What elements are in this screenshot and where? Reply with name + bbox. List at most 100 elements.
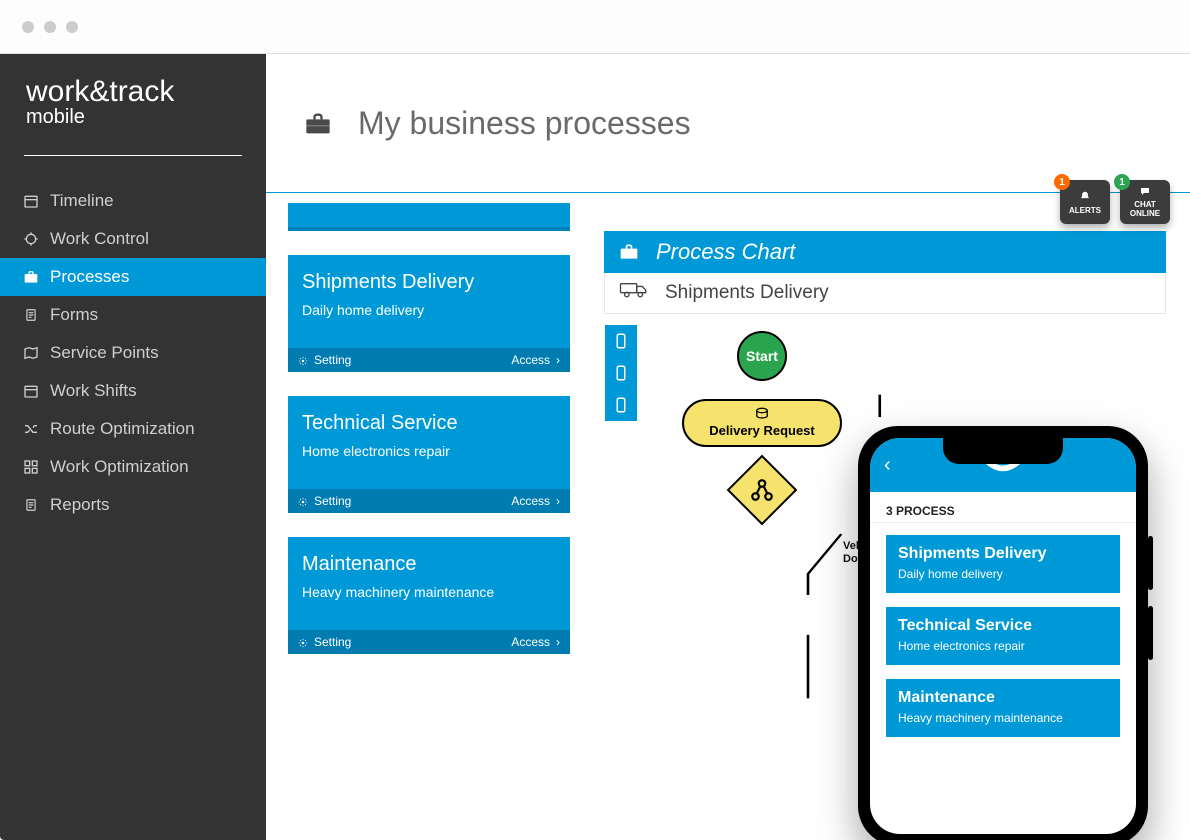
process-cards-column: Shipments Delivery Daily home delivery S… — [288, 203, 570, 774]
app-window: work&track mobile Timeline Work Control … — [0, 0, 1190, 840]
chevron-right-icon: › — [556, 494, 560, 508]
sidebar-item-label: Timeline — [50, 191, 114, 211]
share-icon — [743, 475, 781, 505]
calendar-icon — [22, 192, 40, 210]
phone-process-list: Shipments Delivery Daily home delivery T… — [870, 523, 1136, 749]
sidebar-item-work-control[interactable]: Work Control — [0, 220, 266, 258]
card-access-link[interactable]: Access › — [511, 635, 560, 649]
list-stub-bar — [288, 203, 570, 231]
card-setting-label: Setting — [314, 353, 351, 367]
brand-sub: mobile — [26, 106, 240, 129]
phone-card-shipments[interactable]: Shipments Delivery Daily home delivery — [886, 535, 1120, 593]
phone-card-title: Shipments Delivery — [898, 545, 1108, 563]
back-icon[interactable]: ‹ — [884, 454, 891, 477]
brand: work&track mobile — [0, 54, 266, 137]
phone-card-title: Technical Service — [898, 617, 1108, 635]
card-setting-label: Setting — [314, 494, 351, 508]
card-subtitle: Daily home delivery — [302, 302, 556, 318]
sidebar-item-service-points[interactable]: Service Points — [0, 334, 266, 372]
chevron-right-icon: › — [556, 635, 560, 649]
alerts-badge: 1 — [1054, 174, 1070, 190]
chat-badge: 1 — [1114, 174, 1130, 190]
sidebar-item-label: Reports — [50, 495, 110, 515]
briefcase-icon — [300, 110, 336, 138]
phone-card-subtitle: Daily home delivery — [898, 567, 1108, 581]
phone-card-subtitle: Heavy machinery maintenance — [898, 711, 1108, 725]
flow-node-delivery-report[interactable] — [605, 389, 637, 421]
process-card-shipments[interactable]: Shipments Delivery Daily home delivery S… — [288, 255, 570, 372]
phone-card-title: Maintenance — [898, 689, 1108, 707]
gear-icon — [298, 496, 308, 506]
card-title: Technical Service — [302, 412, 556, 435]
process-card-technical[interactable]: Technical Service Home electronics repai… — [288, 396, 570, 513]
window-dot-icon — [44, 21, 56, 33]
card-access-label: Access — [511, 635, 550, 649]
briefcase-icon — [22, 268, 40, 286]
card-subtitle: Home electronics repair — [302, 443, 556, 459]
sidebar-item-reports[interactable]: Reports — [0, 486, 266, 524]
bell-icon — [1077, 190, 1093, 204]
brand-amp: & — [89, 75, 109, 108]
database-icon — [755, 407, 769, 421]
sidebar-item-label: Route Optimization — [50, 419, 195, 439]
gear-icon — [298, 637, 308, 647]
main-content: My business processes Shipments Delivery… — [266, 54, 1190, 840]
card-access-label: Access — [511, 353, 550, 367]
chat-label: ONLINE — [1130, 209, 1160, 218]
chevron-right-icon: › — [556, 353, 560, 367]
flow-node-delivery-request[interactable]: Delivery Request — [682, 399, 842, 447]
sidebar-item-label: Service Points — [50, 343, 159, 363]
flow-node-start[interactable]: Start — [737, 331, 787, 381]
shuffle-icon — [22, 420, 40, 438]
page-header: My business processes — [266, 54, 1190, 192]
chart-subheader-title: Shipments Delivery — [665, 282, 829, 304]
alerts-button[interactable]: 1 ALERTS — [1060, 180, 1110, 224]
chat-icon — [1137, 186, 1153, 198]
sidebar-item-work-optimization[interactable]: Work Optimization — [0, 448, 266, 486]
flow-node-label: Start — [746, 348, 778, 364]
phone-side-button-icon — [1148, 536, 1153, 590]
grid-icon — [22, 458, 40, 476]
card-access-link[interactable]: Access › — [511, 494, 560, 508]
page-title: My business processes — [358, 105, 691, 142]
card-title: Shipments Delivery — [302, 271, 556, 294]
sidebar-item-processes[interactable]: Processes — [0, 258, 266, 296]
card-setting-link[interactable]: Setting — [298, 494, 351, 508]
chat-label: CHAT — [1134, 200, 1156, 209]
sidebar-item-forms[interactable]: Forms — [0, 296, 266, 334]
gear-icon — [298, 355, 308, 365]
flow-node-vehicle-document[interactable] — [605, 357, 637, 389]
sidebar-item-work-shifts[interactable]: Work Shifts — [0, 372, 266, 410]
card-setting-link[interactable]: Setting — [298, 635, 351, 649]
sidebar: work&track mobile Timeline Work Control … — [0, 54, 266, 840]
chat-button[interactable]: 1 CHAT ONLINE — [1120, 180, 1170, 224]
flow-node-label: Delivery Request — [709, 423, 815, 438]
phone-card-subtitle: Home electronics repair — [898, 639, 1108, 653]
sidebar-item-label: Work Optimization — [50, 457, 189, 477]
card-setting-label: Setting — [314, 635, 351, 649]
chart-header: Process Chart — [604, 231, 1166, 273]
sidebar-item-label: Forms — [50, 305, 98, 325]
brand-word: track — [109, 75, 174, 108]
browser-chrome — [0, 0, 1190, 54]
sidebar-nav: Timeline Work Control Processes Forms Se… — [0, 182, 266, 524]
document-icon — [22, 306, 40, 324]
sidebar-item-label: Processes — [50, 267, 129, 287]
window-dot-icon — [66, 21, 78, 33]
sidebar-item-timeline[interactable]: Timeline — [0, 182, 266, 220]
calendar-icon — [22, 382, 40, 400]
card-access-link[interactable]: Access › — [511, 353, 560, 367]
brand-divider — [24, 155, 242, 156]
phone-card-technical[interactable]: Technical Service Home electronics repai… — [886, 607, 1120, 665]
alerts-label: ALERTS — [1069, 206, 1101, 215]
flow-node-doc-validation[interactable] — [605, 325, 637, 357]
phone-card-maintenance[interactable]: Maintenance Heavy machinery maintenance — [886, 679, 1120, 737]
sidebar-item-label: Work Shifts — [50, 381, 137, 401]
phone-side-button-icon — [1148, 606, 1153, 660]
card-setting-link[interactable]: Setting — [298, 353, 351, 367]
crosshair-icon — [22, 230, 40, 248]
map-icon — [22, 344, 40, 362]
card-subtitle: Heavy machinery maintenance — [302, 584, 556, 600]
process-card-maintenance[interactable]: Maintenance Heavy machinery maintenance … — [288, 537, 570, 654]
sidebar-item-route-optimization[interactable]: Route Optimization — [0, 410, 266, 448]
